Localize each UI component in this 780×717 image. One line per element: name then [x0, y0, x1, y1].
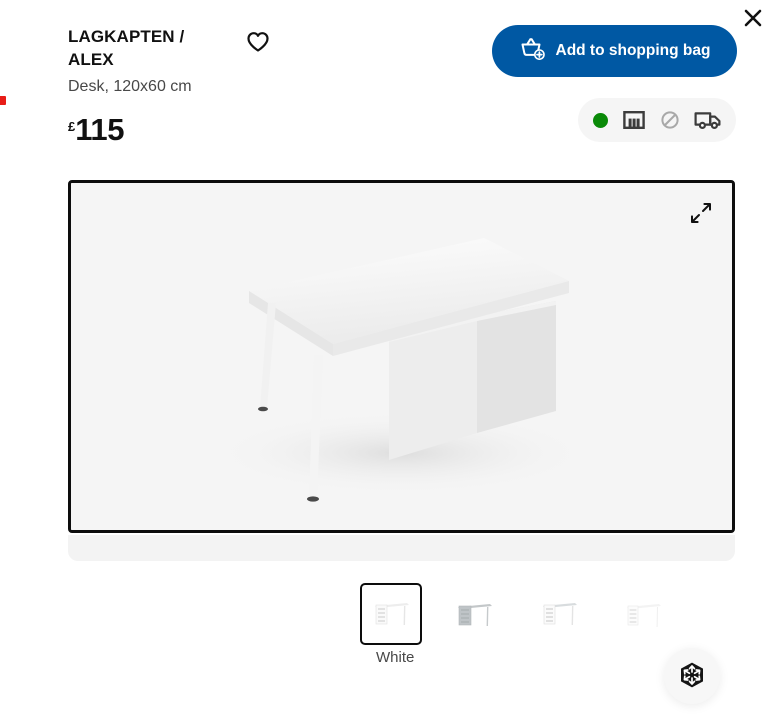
price-amount: 115: [75, 112, 125, 148]
heart-icon: [246, 31, 270, 56]
variant-thumb-1[interactable]: [444, 583, 506, 645]
close-icon: [743, 8, 763, 28]
white-desk-side-thumb: [535, 594, 583, 634]
variant-thumb-0[interactable]: [360, 583, 422, 645]
variant-thumb-2[interactable]: [528, 583, 590, 645]
favorite-button[interactable]: [244, 29, 272, 57]
green-status-dot: [592, 112, 608, 128]
grey-desk-angle-thumb: [451, 594, 499, 634]
variant-thumb-3[interactable]: [612, 583, 674, 645]
prohibited-icon[interactable]: [660, 110, 680, 130]
product-image: [71, 183, 732, 530]
expand-image-button[interactable]: [684, 197, 718, 231]
product-header: LAGKAPTEN / ALEX Desk, 120x60 cm £ 115: [68, 26, 488, 148]
availability-pill: [578, 98, 736, 142]
add-to-bag-label: Add to shopping bag: [555, 42, 711, 60]
title-row: LAGKAPTEN / ALEX: [68, 26, 488, 71]
white-desk-front-thumb: [367, 594, 415, 634]
view-in-3d-button[interactable]: [664, 648, 720, 704]
shopping-basket-plus-icon: [519, 36, 546, 66]
3d-cube-icon: [677, 660, 707, 693]
close-button[interactable]: [735, 0, 771, 36]
add-to-shopping-bag-button[interactable]: Add to shopping bag: [492, 25, 737, 77]
delivery-truck-icon[interactable]: [694, 109, 722, 131]
price-currency: £: [68, 119, 76, 135]
product-detail-page: LAGKAPTEN / ALEX Desk, 120x60 cm £ 115 A…: [0, 0, 780, 717]
gallery-main: [68, 180, 735, 561]
variant-thumbnail-list: [360, 583, 674, 645]
expand-arrows-icon: [690, 202, 712, 227]
gallery-underbar: [68, 535, 735, 561]
price-block: £ 115: [68, 112, 488, 148]
main-image-frame[interactable]: [68, 180, 735, 533]
product-description: Desk, 120x60 cm: [68, 78, 192, 96]
selected-variant-label: White: [376, 649, 415, 666]
white-desk-rear-thumb: [619, 594, 667, 634]
cursor-marker: [0, 96, 6, 105]
store-building-icon[interactable]: [622, 109, 646, 131]
product-title: LAGKAPTEN / ALEX: [68, 27, 185, 69]
